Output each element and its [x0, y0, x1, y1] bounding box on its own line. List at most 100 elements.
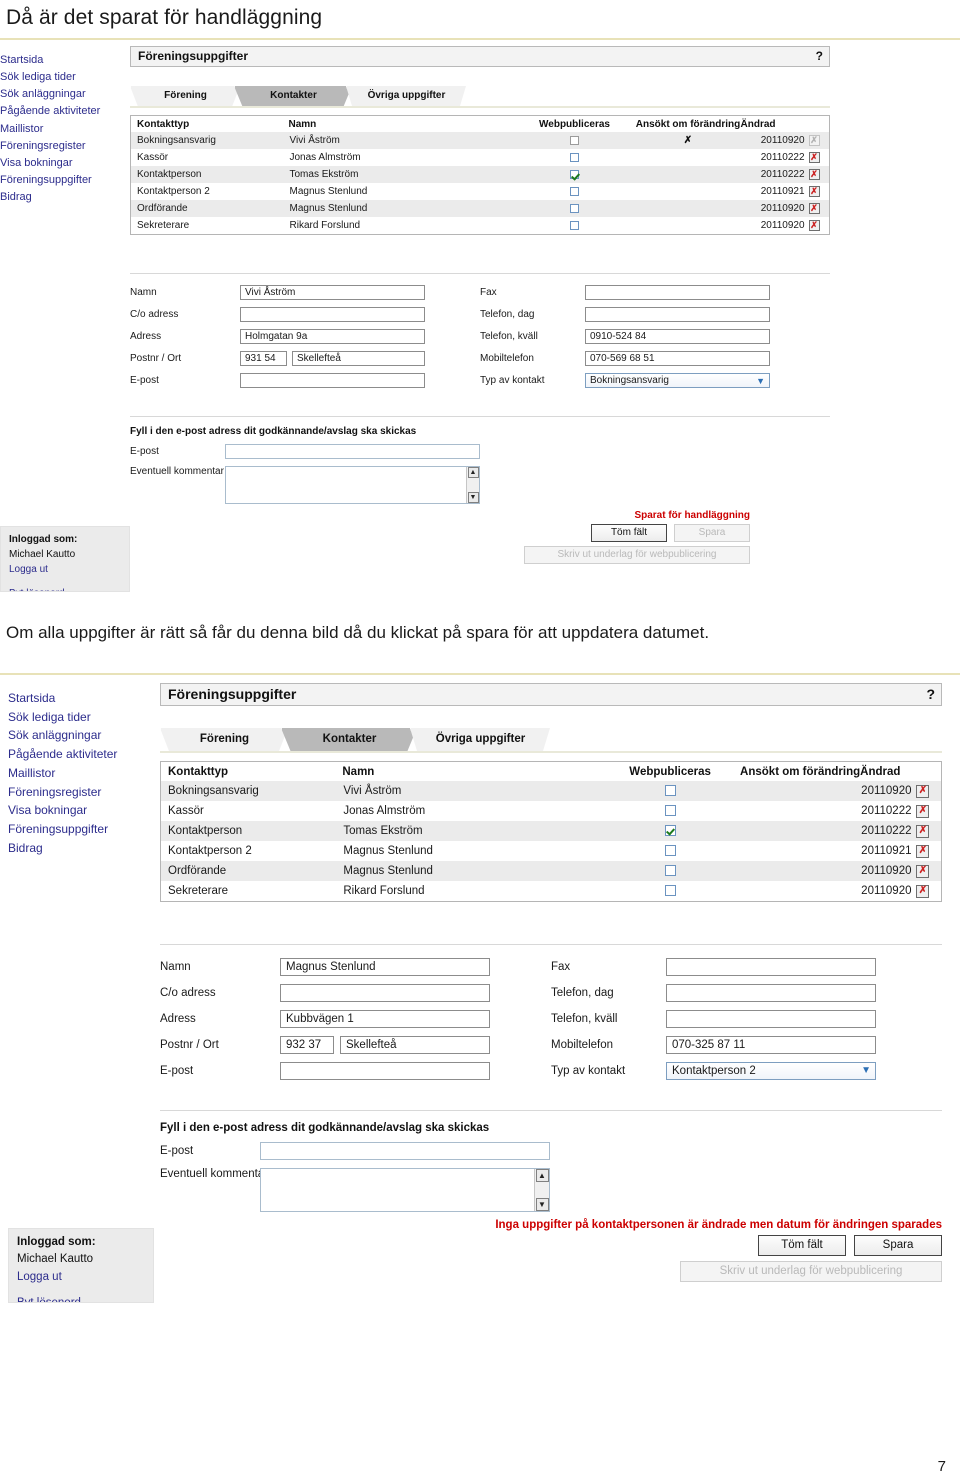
webpublish-checkbox[interactable] [570, 152, 579, 162]
table-row[interactable]: Bokningsansvarig Vivi Åström ✗ 20110920 … [130, 132, 830, 149]
scroll-down-icon[interactable]: ▼ [467, 492, 479, 503]
delete-row-icon[interactable]: ✗ [916, 864, 930, 878]
table-row[interactable]: Sekreterare Rikard Forslund 20110920 ✗ [161, 881, 942, 902]
sidebar-item-maillistor[interactable]: Maillistor [0, 121, 130, 138]
webpublish-checkbox[interactable] [664, 885, 676, 897]
tab-kontakter[interactable]: Kontakter [281, 727, 417, 751]
postnr-input[interactable]: 931 54 [240, 351, 287, 366]
eventuell-kommentar-textarea[interactable]: ▲ ▼ [225, 466, 480, 504]
table-row[interactable]: Kontaktperson Tomas Ekström 20110222 ✗ [130, 166, 830, 183]
webpublish-checkbox[interactable] [664, 845, 676, 857]
delete-row-icon[interactable]: ✗ [916, 824, 930, 838]
tab-ovriga-uppgifter[interactable]: Övriga uppgifter [346, 86, 466, 106]
sidebar-item-visa-bokningar[interactable]: Visa bokningar [8, 801, 160, 820]
sidebar-item-visa-bokningar[interactable]: Visa bokningar [0, 155, 130, 172]
table-row[interactable]: Kassör Jonas Almström 20110222 ✗ [131, 149, 830, 166]
webpublish-checkbox[interactable] [664, 825, 676, 837]
change-password-link[interactable]: Byt lösenord [9, 586, 121, 591]
table-row[interactable]: Kassör Jonas Almström 20110222 ✗ [161, 801, 942, 821]
sidebar-item-bidrag[interactable]: Bidrag [0, 189, 130, 206]
sidebar-item-startsida[interactable]: Startsida [0, 52, 130, 69]
epost-input[interactable] [240, 373, 425, 388]
epost-input[interactable] [280, 1061, 490, 1080]
table-row[interactable]: Kontaktperson 2 Magnus Stenlund 20110921… [161, 841, 942, 861]
scroll-up-icon[interactable]: ▲ [535, 1168, 549, 1182]
fax-input[interactable] [585, 285, 770, 300]
delete-row-icon[interactable]: ✗ [808, 186, 820, 197]
sidebar-item-foreningsregister[interactable]: Föreningsregister [8, 783, 160, 802]
sidebar-item-pagaende-aktiviteter[interactable]: Pågående aktiviteter [8, 745, 160, 764]
webpublish-checkbox[interactable] [570, 203, 579, 213]
sidebar-item-foreningsuppgifter[interactable]: Föreningsuppgifter [8, 820, 160, 839]
logout-link[interactable]: Logga ut [9, 562, 121, 577]
table-row[interactable]: Ordförande Magnus Stenlund 20110920 ✗ [160, 860, 942, 881]
typ-av-kontakt-select[interactable]: Kontaktperson 2 ▼ [666, 1061, 876, 1080]
ort-input[interactable]: Skellefteå [340, 1035, 490, 1054]
webpublish-checkbox[interactable] [570, 135, 579, 145]
skriv-ut-underlag-button[interactable]: Skriv ut underlag för webpublicering [524, 546, 750, 564]
delete-row-icon[interactable]: ✗ [916, 804, 930, 818]
tab-kontakter[interactable]: Kontakter [234, 86, 352, 106]
delete-row-icon[interactable]: ✗ [808, 169, 820, 180]
table-row[interactable]: Sekreterare Rikard Forslund 20110920 ✗ [131, 217, 830, 235]
textarea-scrollbar[interactable]: ▲ ▼ [466, 467, 479, 503]
delete-row-icon[interactable]: ✗ [916, 884, 930, 898]
delete-row-icon[interactable]: ✗ [808, 135, 820, 146]
tom-falt-button[interactable]: Töm fält [758, 1234, 846, 1256]
tab-ovriga-uppgifter[interactable]: Övriga uppgifter [410, 727, 550, 751]
webpublish-checkbox[interactable] [570, 220, 579, 230]
table-row[interactable]: Kontaktperson 2 Magnus Stenlund 20110921… [131, 183, 830, 200]
webpublish-checkbox[interactable] [570, 169, 579, 179]
sidebar-item-bidrag[interactable]: Bidrag [8, 839, 160, 858]
table-row[interactable]: Kontaktperson Tomas Ekström 20110222 ✗ [160, 820, 942, 841]
spara-button[interactable]: Spara [854, 1234, 942, 1256]
sidebar-item-startsida[interactable]: Startsida [8, 689, 160, 708]
sidebar-item-foreningsregister[interactable]: Föreningsregister [0, 138, 130, 155]
telefon-kvall-input[interactable] [666, 1009, 876, 1028]
delete-row-icon[interactable]: ✗ [808, 220, 820, 231]
webpublish-checkbox[interactable] [664, 805, 676, 817]
mobiltelefon-input[interactable]: 070-569 68 51 [585, 351, 770, 366]
sidebar-item-sok-lediga-tider[interactable]: Sök lediga tider [0, 69, 130, 86]
delete-row-icon[interactable]: ✗ [916, 784, 930, 798]
scroll-up-icon[interactable]: ▲ [467, 467, 479, 478]
table-row[interactable]: Ordförande Magnus Stenlund 20110920 ✗ [130, 200, 830, 217]
help-icon[interactable]: ? [926, 686, 935, 702]
postnr-input[interactable]: 932 37 [280, 1035, 334, 1054]
telefon-dag-input[interactable] [666, 983, 876, 1002]
change-password-link[interactable]: Byt lösenord [17, 1295, 145, 1302]
logout-link[interactable]: Logga ut [17, 1269, 145, 1286]
sidebar-item-maillistor[interactable]: Maillistor [8, 764, 160, 783]
eventuell-kommentar-textarea[interactable]: ▲ ▼ [260, 1167, 550, 1212]
sidebar-item-sok-lediga-tider[interactable]: Sök lediga tider [8, 708, 160, 727]
delete-row-icon[interactable]: ✗ [808, 152, 820, 163]
delete-row-icon[interactable]: ✗ [808, 203, 820, 214]
help-icon[interactable]: ? [816, 49, 823, 63]
ort-input[interactable]: Skellefteå [292, 351, 425, 366]
godkannande-epost-input[interactable] [260, 1141, 550, 1160]
fax-input[interactable] [666, 957, 876, 976]
typ-av-kontakt-select[interactable]: Bokningsansvarig ▼ [585, 373, 770, 388]
namn-input[interactable]: Vivi Åström [240, 285, 425, 300]
telefon-kvall-input[interactable]: 0910-524 84 [585, 329, 770, 344]
tab-forening[interactable]: Förening [130, 86, 240, 106]
adress-input[interactable]: Holmgatan 9a [240, 329, 425, 344]
skriv-ut-underlag-button[interactable]: Skriv ut underlag för webpublicering [680, 1260, 942, 1282]
sidebar-item-pagaende-aktiviteter[interactable]: Pågående aktiviteter [0, 103, 130, 120]
scroll-down-icon[interactable]: ▼ [535, 1197, 549, 1211]
delete-row-icon[interactable]: ✗ [916, 844, 930, 858]
webpublish-checkbox[interactable] [664, 865, 676, 877]
telefon-dag-input[interactable] [585, 307, 770, 322]
godkannande-epost-input[interactable] [225, 444, 480, 459]
table-row[interactable]: Bokningsansvarig Vivi Åström 20110920 ✗ [160, 780, 942, 801]
sidebar-item-sok-anlaggningar[interactable]: Sök anläggningar [8, 726, 160, 745]
webpublish-checkbox[interactable] [664, 785, 676, 797]
sidebar-item-foreningsuppgifter[interactable]: Föreningsuppgifter [0, 172, 130, 189]
textarea-scrollbar[interactable]: ▲ ▼ [534, 1168, 549, 1211]
tom-falt-button[interactable]: Töm fält [591, 524, 667, 542]
mobiltelefon-input[interactable]: 070-325 87 11 [666, 1035, 876, 1054]
co-adress-input[interactable] [240, 307, 425, 322]
webpublish-checkbox[interactable] [570, 186, 579, 196]
namn-input[interactable]: Magnus Stenlund [280, 957, 490, 976]
tab-forening[interactable]: Förening [160, 727, 288, 751]
